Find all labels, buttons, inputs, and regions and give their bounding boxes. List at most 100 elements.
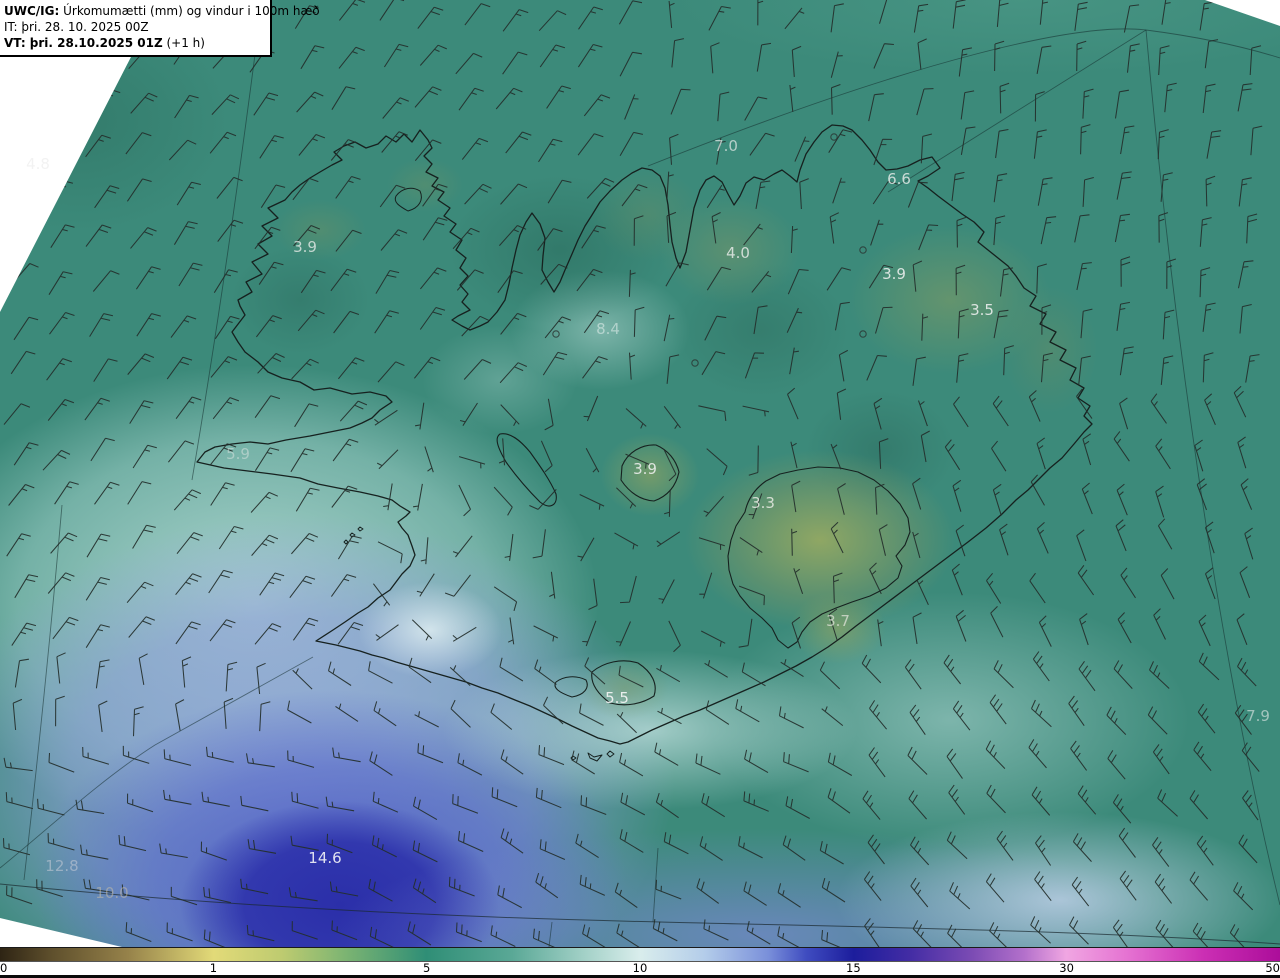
wind-barb xyxy=(291,791,319,809)
wind-barb xyxy=(1116,483,1128,516)
wind-barb xyxy=(337,357,365,380)
wind-barb xyxy=(952,700,971,731)
wind-barb xyxy=(529,489,557,510)
wind-barb xyxy=(11,622,37,646)
wind-barb xyxy=(1077,785,1097,815)
wind-barb xyxy=(1153,608,1166,640)
iceland-coastline xyxy=(196,124,1093,745)
wind-barb xyxy=(1076,262,1092,291)
wind-barb xyxy=(669,133,679,165)
wind-barb xyxy=(464,3,491,26)
wind-barb xyxy=(1040,352,1053,383)
wind-barb xyxy=(821,877,846,903)
wind-barb xyxy=(912,356,926,386)
wind-barb xyxy=(955,609,967,642)
wind-barb xyxy=(999,82,1010,114)
wind-barb xyxy=(47,572,75,594)
wind-barb xyxy=(52,616,79,640)
wind-barb xyxy=(332,438,359,462)
wind-barb xyxy=(253,92,279,116)
wind-barb xyxy=(3,757,33,772)
wind-barb xyxy=(586,177,615,199)
wind-barb xyxy=(166,356,193,380)
wind-barb xyxy=(14,658,29,688)
wind-barb xyxy=(757,0,764,26)
wind-barb xyxy=(93,358,118,382)
wind-barb xyxy=(173,489,202,511)
wind-barb xyxy=(583,94,611,117)
wind-barb xyxy=(1112,794,1132,824)
wind-barb xyxy=(532,928,555,947)
wind-barb xyxy=(1192,922,1209,947)
wind-barb xyxy=(799,178,809,210)
wind-barb xyxy=(292,617,319,641)
wind-barb xyxy=(369,926,394,947)
wind-barb xyxy=(375,269,400,294)
wind-barb xyxy=(655,792,679,819)
wind-barb xyxy=(1118,827,1136,858)
wind-barb xyxy=(910,877,929,908)
wind-barb xyxy=(549,571,556,599)
wind-barb xyxy=(168,139,197,161)
wind-barb xyxy=(993,309,1009,339)
wind-barb xyxy=(174,94,199,119)
wind-barb xyxy=(1236,613,1248,645)
wind-barb xyxy=(1233,385,1247,418)
wind-barb xyxy=(1114,89,1129,119)
wind-barb xyxy=(778,706,804,729)
wind-barb xyxy=(258,261,284,285)
wind-barb xyxy=(497,885,522,909)
wind-barb xyxy=(136,313,161,337)
wind-barb xyxy=(245,753,275,768)
wind-barb xyxy=(1237,657,1257,687)
wind-barb xyxy=(209,131,237,154)
wind-barb xyxy=(1117,612,1132,644)
wind-barb xyxy=(1036,437,1046,470)
wind-barb xyxy=(993,660,1014,689)
wind-barb xyxy=(461,315,489,337)
wind-barb xyxy=(756,42,772,72)
wind-barb xyxy=(452,535,473,558)
wind-barb xyxy=(908,790,927,820)
wind-barb xyxy=(625,408,647,429)
wind-barb xyxy=(1202,302,1216,332)
wind-barb xyxy=(338,46,365,69)
wind-barb xyxy=(260,184,286,208)
wind-barb xyxy=(1250,125,1263,156)
wind-barb xyxy=(1164,82,1177,113)
wind-barb xyxy=(952,479,962,512)
title-box: UWC/IG: Úrkomumætti (mm) og vindur i 100… xyxy=(0,0,320,57)
wind-barb xyxy=(791,528,798,556)
wind-barb xyxy=(417,743,444,764)
wind-barb xyxy=(1239,566,1251,598)
wind-barb xyxy=(1078,660,1096,692)
wind-barb xyxy=(738,585,765,606)
wind-barb xyxy=(464,183,492,205)
wind-barb xyxy=(614,882,638,909)
precip-value-label: 6.6 xyxy=(887,170,911,188)
wind-barb xyxy=(571,750,595,775)
drangajokull-glacier-outline xyxy=(394,187,422,212)
wind-barb xyxy=(287,700,312,724)
wind-barb xyxy=(499,657,524,682)
graticule-diagonal-sw xyxy=(0,656,314,869)
wind-barb xyxy=(1202,83,1216,114)
wind-barb xyxy=(912,477,922,510)
wind-barb xyxy=(701,793,725,818)
wind-barb xyxy=(717,91,730,122)
wind-barb xyxy=(1157,129,1169,160)
wind-barb xyxy=(247,839,277,854)
wind-barb xyxy=(218,525,244,550)
precip-value-label: 5.9 xyxy=(226,445,250,463)
wind-barb xyxy=(1120,256,1131,287)
wind-barb xyxy=(1082,88,1094,119)
wind-barb xyxy=(1158,45,1170,76)
wind-barb xyxy=(1249,45,1262,76)
wind-barb xyxy=(616,923,640,947)
wind-barb xyxy=(621,184,648,207)
wind-barb xyxy=(1155,919,1174,947)
wind-barb xyxy=(50,224,75,248)
wind-barb xyxy=(946,831,968,860)
wind-barb xyxy=(878,524,888,556)
wind-barb xyxy=(98,700,108,732)
